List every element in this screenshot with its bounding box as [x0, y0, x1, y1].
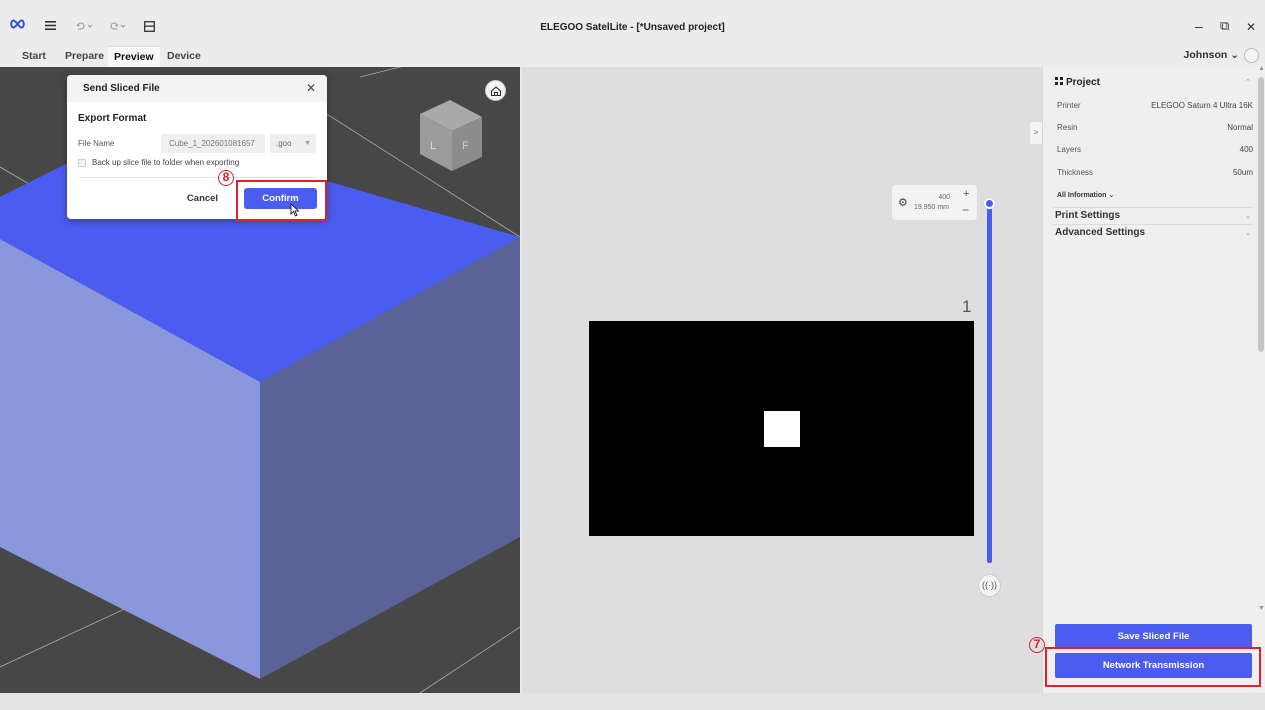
title-bar: ELEGOO SatelLite - [*Unsaved project] – … — [0, 0, 1265, 46]
layer-cross-section — [764, 411, 800, 447]
status-bar — [0, 693, 1265, 710]
advanced-settings-section[interactable]: Advanced Settings — [1055, 227, 1145, 238]
svg-text:F: F — [462, 140, 469, 152]
close-icon[interactable]: ✕ — [1246, 20, 1256, 34]
save-sliced-file-button[interactable]: Save Sliced File — [1055, 624, 1252, 649]
play-layers-button[interactable]: ((·)) — [978, 574, 1001, 597]
expand-panel-button[interactable]: > — [1030, 122, 1042, 144]
chevron-down-icon: ▼ — [304, 140, 311, 147]
home-icon — [490, 86, 502, 97]
property-row-thickness: Thickness 50um — [1057, 168, 1253, 177]
close-icon[interactable]: ✕ — [306, 81, 316, 95]
svg-text:L: L — [430, 140, 436, 152]
network-transmission-highlight — [1045, 647, 1261, 687]
backup-label: Back up slice file to folder when export… — [92, 158, 240, 167]
step-badge-8: 8 — [218, 170, 234, 186]
property-row-resin: Resin Normal — [1057, 123, 1253, 132]
extension-select[interactable]: .goo ▼ — [270, 134, 316, 153]
dialog-title: Send Sliced File — [83, 83, 160, 94]
nav-bar: Start Prepare Preview Device Johnson ⌄ — [0, 46, 1265, 67]
section-divider — [1053, 224, 1253, 225]
tab-device[interactable]: Device — [161, 46, 207, 67]
layer-down-button[interactable]: − — [962, 203, 969, 217]
restore-icon[interactable]: ⧉ — [1220, 18, 1229, 34]
view-cube-icon: L F — [420, 100, 482, 171]
tab-preview[interactable]: Preview — [108, 46, 160, 67]
grid-icon — [1055, 77, 1063, 85]
panel-scrollbar[interactable]: ▲ ▼ — [1257, 65, 1265, 617]
extension-value: .goo — [276, 139, 292, 148]
chevron-up-icon[interactable]: ⌃ — [1245, 78, 1251, 86]
cancel-button[interactable]: Cancel — [171, 188, 234, 209]
mouse-cursor-icon — [290, 203, 300, 217]
scroll-up-icon[interactable]: ▲ — [1258, 65, 1265, 72]
project-title: Project — [1066, 77, 1100, 88]
layer-slider-handle[interactable] — [984, 198, 995, 209]
tab-prepare[interactable]: Prepare — [59, 46, 110, 67]
chevron-down-icon[interactable]: ⌄ — [1245, 229, 1251, 237]
scrollbar-thumb[interactable] — [1258, 77, 1264, 352]
backup-checkbox[interactable] — [78, 159, 86, 167]
project-heading[interactable]: Project — [1055, 77, 1100, 88]
minimize-icon[interactable]: – — [1195, 18, 1203, 34]
scroll-down-icon[interactable]: ▼ — [1258, 605, 1265, 612]
dialog-header: Send Sliced File ✕ — [67, 75, 327, 102]
file-name-field[interactable]: Cube_1_202601081657 — [161, 134, 265, 153]
section-divider — [1053, 207, 1253, 208]
layer-count: 400 — [938, 194, 950, 201]
window-title: ELEGOO SatelLite - [*Unsaved project] — [540, 22, 725, 33]
gear-icon[interactable]: ⚙ — [898, 196, 908, 209]
project-panel: Project ⌃ Printer ELEGOO Saturn 4 Ultra … — [1042, 65, 1265, 693]
export-format-heading: Export Format — [78, 113, 147, 124]
home-view-button[interactable] — [485, 80, 506, 101]
layer-preview-panel: > ⚙ 400 19.950 mm + − 1 ((·)) — [522, 67, 1042, 693]
property-row-printer: Printer ELEGOO Saturn 4 Ultra 16K — [1057, 101, 1253, 110]
step-badge-7: 7 — [1029, 637, 1045, 653]
confirm-highlight — [236, 180, 327, 221]
layer-slider[interactable] — [987, 203, 992, 563]
property-row-layers: Layers 400 — [1057, 145, 1253, 154]
file-name-label: File Name — [78, 139, 115, 148]
layer-image — [589, 321, 974, 536]
layer-height: 19.950 mm — [914, 204, 950, 211]
layer-control: ⚙ 400 19.950 mm + − — [892, 185, 977, 220]
print-settings-section[interactable]: Print Settings — [1055, 210, 1120, 221]
chevron-down-icon[interactable]: ⌄ — [1245, 212, 1251, 220]
all-information-toggle[interactable]: All Information ⌄ — [1057, 191, 1114, 199]
dialog-divider — [78, 177, 316, 178]
avatar[interactable] — [1244, 48, 1259, 63]
layer-up-button[interactable]: + — [963, 188, 969, 200]
tab-start[interactable]: Start — [16, 46, 52, 67]
user-menu[interactable]: Johnson ⌄ — [1184, 49, 1239, 61]
current-layer-number: 1 — [962, 297, 972, 316]
